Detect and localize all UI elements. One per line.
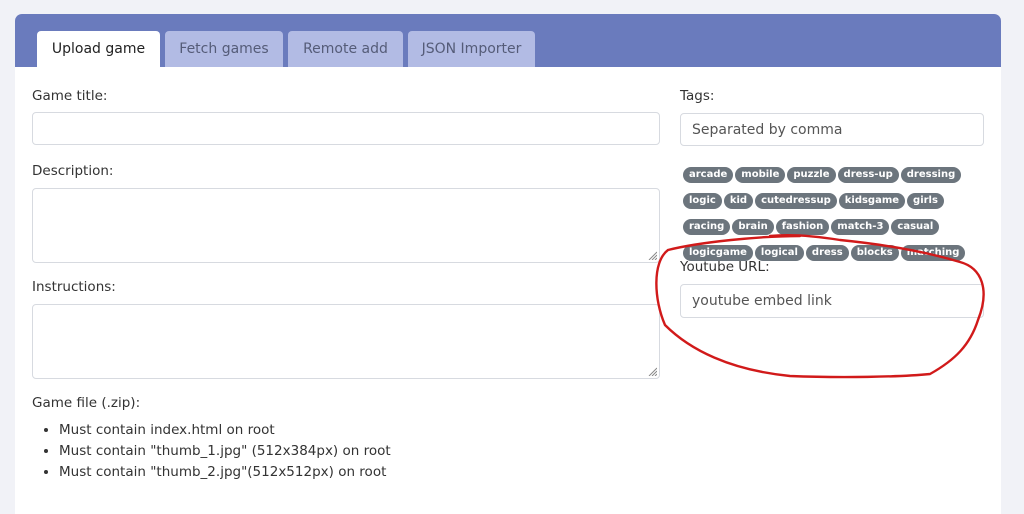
tab-bar: Upload game Fetch games Remote add JSON …	[15, 14, 1001, 67]
tags-label: Tags:	[680, 88, 715, 104]
tab-fetch-games[interactable]: Fetch games	[165, 31, 283, 67]
tag-chip[interactable]: matching	[900, 245, 966, 261]
tab-remote-add[interactable]: Remote add	[288, 31, 403, 67]
tag-chip[interactable]: girls	[907, 193, 944, 209]
tag-chip[interactable]: puzzle	[787, 167, 836, 183]
game-title-label: Game title:	[32, 88, 108, 104]
tag-chip[interactable]: mobile	[735, 167, 786, 183]
tag-chip[interactable]: kid	[723, 193, 754, 209]
resize-handle-icon[interactable]	[647, 366, 657, 376]
tag-chip[interactable]: racing	[683, 219, 731, 235]
list-item: Must contain index.html on root	[59, 420, 391, 441]
tag-chip[interactable]: brain	[732, 219, 774, 235]
tag-chip[interactable]: fashion	[775, 219, 830, 235]
game-file-label: Game file (.zip):	[32, 395, 141, 411]
tags-input[interactable]: Separated by comma	[680, 113, 984, 146]
description-label: Description:	[32, 163, 114, 179]
list-item: Must contain "thumb_1.jpg" (512x384px) o…	[59, 441, 391, 462]
youtube-url-input[interactable]: youtube embed link	[680, 284, 984, 318]
file-requirements-list: Must contain index.html on root Must con…	[32, 420, 391, 483]
tag-chip[interactable]: logic	[683, 193, 722, 209]
tab-json-importer[interactable]: JSON Importer	[408, 31, 535, 67]
instructions-textarea[interactable]	[32, 304, 660, 379]
instructions-label: Instructions:	[32, 279, 116, 295]
game-title-input[interactable]	[32, 112, 660, 145]
tag-suggestions: arcade mobile puzzle dress-up dressing logic…	[683, 162, 993, 266]
tag-chip[interactable]: dress-up	[837, 167, 899, 183]
tag-chip[interactable]: arcade	[683, 167, 734, 183]
tag-chip[interactable]: casual	[891, 219, 940, 235]
youtube-url-placeholder: youtube embed link	[692, 293, 832, 309]
tab-upload-game[interactable]: Upload game	[37, 31, 160, 67]
tag-chip[interactable]: match-3	[831, 219, 890, 235]
youtube-url-label: Youtube URL:	[680, 259, 770, 275]
upload-panel: Upload game Fetch games Remote add JSON …	[15, 14, 1001, 514]
tag-chip[interactable]: kidsgame	[838, 193, 906, 209]
tag-chip[interactable]: dressing	[900, 167, 962, 183]
tag-chip[interactable]: cutedressup	[755, 193, 837, 209]
tag-chip[interactable]: blocks	[850, 245, 899, 261]
resize-handle-icon[interactable]	[647, 250, 657, 260]
tags-placeholder: Separated by comma	[692, 122, 843, 138]
description-textarea[interactable]	[32, 188, 660, 263]
tag-chip[interactable]: dress	[805, 245, 849, 261]
list-item: Must contain "thumb_2.jpg"(512x512px) on…	[59, 462, 391, 483]
